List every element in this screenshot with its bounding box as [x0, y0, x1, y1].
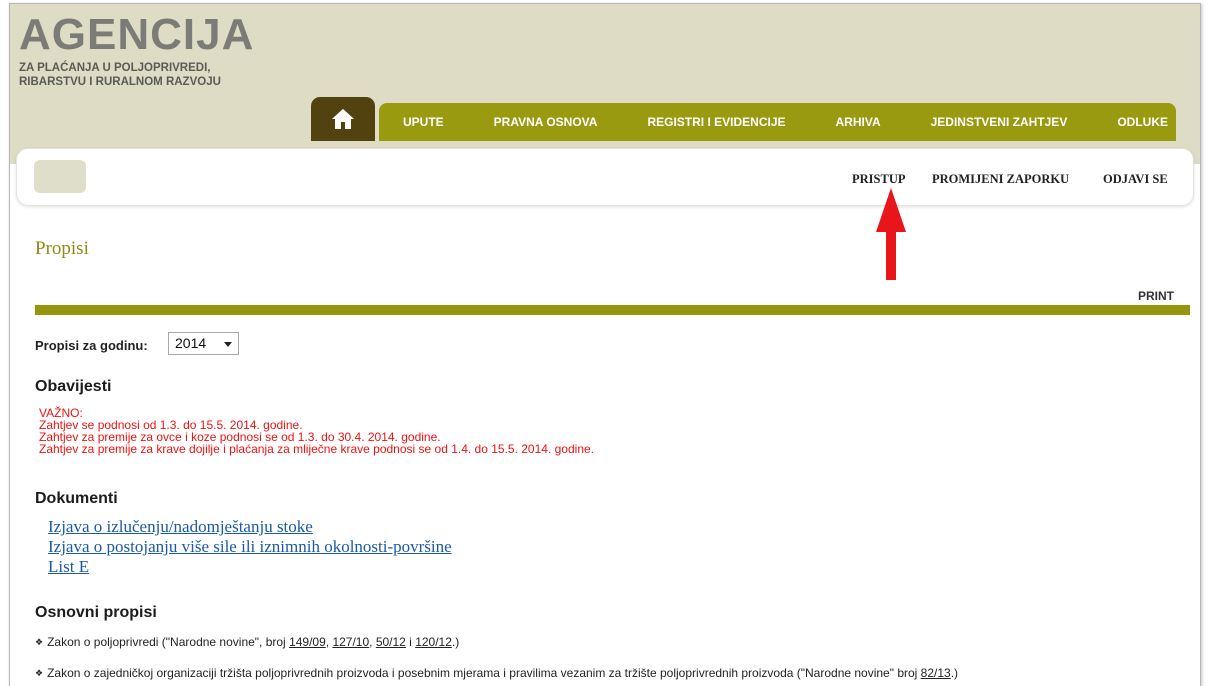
law-end: .): [451, 635, 460, 649]
nav-bar: UPUTE PRAVNA OSNOVA REGISTRI I EVIDENCIJ…: [379, 103, 1176, 141]
bullet-icon: ❖: [35, 637, 44, 647]
law-ref-link[interactable]: 149/09: [289, 635, 326, 649]
nav-item-registri[interactable]: REGISTRI I EVIDENCIJE: [647, 115, 785, 129]
chevron-down-icon: [224, 342, 232, 347]
dokumenti-heading: Dokumenti: [35, 490, 118, 507]
notice-line: Zahtjev za premije za krave dojilje i pl…: [39, 442, 594, 456]
law-separator: ,: [369, 635, 376, 649]
nav-item-jedinstveni-zahtjev[interactable]: JEDINSTVENI ZAHTJEV: [931, 115, 1068, 129]
pristup-link[interactable]: PRISTUP: [852, 172, 905, 187]
law-ref-link[interactable]: 127/10: [332, 635, 369, 649]
nav-home-button[interactable]: [311, 97, 375, 141]
year-select[interactable]: 2014: [168, 332, 239, 355]
user-bar: PRISTUP PROMIJENI ZAPORKU ODJAVI SE: [16, 148, 1194, 206]
site-header: AGENCIJA ZA PLAĆANJA U POLJOPRIVREDI, RI…: [10, 4, 1200, 164]
annotation-arrow-icon: [876, 188, 906, 280]
home-icon: [332, 109, 354, 129]
logo-title[interactable]: AGENCIJA: [19, 13, 254, 57]
title-divider: [35, 305, 1190, 315]
osnovni-propisi-heading: Osnovni propisi: [35, 604, 157, 621]
law-ref-link[interactable]: 50/12: [376, 635, 406, 649]
documents-list: Izjava o izlučenju/nadomještanju stoke I…: [48, 517, 452, 577]
law-item: ❖ Zakon o zajedničkoj organizaciji tržišt…: [35, 666, 958, 680]
year-select-value: 2014: [175, 335, 207, 351]
bullet-icon: ❖: [35, 668, 44, 678]
obavijesti-heading: Obavijesti: [35, 378, 112, 395]
nav-item-upute[interactable]: UPUTE: [403, 115, 444, 129]
document-link-list-e[interactable]: List E: [48, 557, 452, 577]
document-link-visa-sila[interactable]: Izjava o postojanju više sile ili iznimn…: [48, 537, 452, 557]
law-text: Zakon o zajedničkoj organizaciji tržišta…: [47, 666, 921, 680]
law-ref-link[interactable]: 120/12: [415, 635, 452, 649]
document-link-izlucenje[interactable]: Izjava o izlučenju/nadomještanju stoke: [48, 517, 452, 537]
main-nav: UPUTE PRAVNA OSNOVA REGISTRI I EVIDENCIJ…: [311, 97, 1176, 141]
logout-link[interactable]: ODJAVI SE: [1103, 172, 1168, 187]
law-item: ❖ Zakon o poljoprivredi ("Narodne novine"…: [35, 635, 459, 649]
logo-subtitle-line1: ZA PLAĆANJA U POLJOPRIVREDI,: [19, 62, 211, 74]
page-title: Propisi: [35, 238, 89, 259]
law-separator: i: [405, 635, 416, 649]
nav-item-pravna-osnova[interactable]: PRAVNA OSNOVA: [494, 115, 598, 129]
nav-item-arhiva[interactable]: ARHIVA: [836, 115, 881, 129]
logo-subtitle-line2: RIBARSTVU I RURALNOM RAZVOJU: [19, 76, 221, 88]
law-text: Zakon o poljoprivredi ("Narodne novine",…: [47, 635, 290, 649]
notice-block: VAŽNO: Zahtjev se podnosi od 1.3. do 15.…: [39, 407, 594, 455]
browser-frame: AGENCIJA ZA PLAĆANJA U POLJOPRIVREDI, RI…: [9, 3, 1201, 686]
year-label: Propisi za godinu:: [35, 338, 148, 353]
logo-subtitle: ZA PLAĆANJA U POLJOPRIVREDI, RIBARSTVU I…: [19, 61, 279, 89]
law-ref-link[interactable]: 82/13: [921, 666, 951, 680]
nav-item-odluke[interactable]: ODLUKE: [1117, 115, 1168, 129]
law-end: .): [950, 666, 959, 680]
print-link[interactable]: PRINT: [1138, 289, 1174, 303]
user-avatar-box: [34, 160, 86, 193]
change-password-link[interactable]: PROMIJENI ZAPORKU: [932, 172, 1069, 187]
